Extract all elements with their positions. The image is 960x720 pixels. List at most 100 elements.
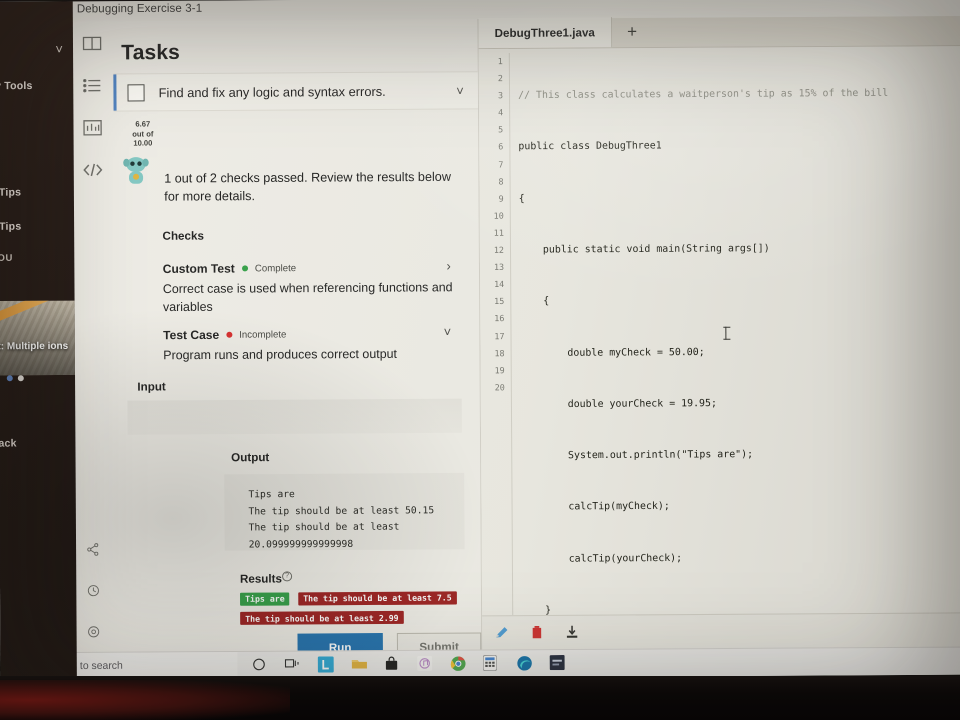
check-description: Correct case is used when referencing fu… [162,280,453,314]
task-label: Find and fix any logic and syntax errors… [158,83,386,100]
output-console: Tips are The tip should be at least 50.1… [224,472,465,551]
check-status: Complete [254,262,297,274]
line-number: 5 [498,124,504,135]
output-heading: Output [231,451,270,465]
line-number-gutter: 1 2 3 4 5 6 7 8 9 10 11 12 13 14 15 16 1… [479,53,505,396]
line-number: 12 [493,244,505,255]
score-value: 6.67 [135,119,151,129]
task-row[interactable]: Find and fix any logic and syntax errors… [113,71,479,112]
trash-icon[interactable] [529,625,544,640]
folder-icon[interactable] [351,656,368,673]
laptop-screen: ˅ Study Tools s ns cess Tips cess Tips O… [0,0,960,681]
check-item-custom-test[interactable]: Custom Test Complete Correct case is use… [162,258,468,316]
code-line: public static void main(String args[]) [518,243,770,256]
code-editor-panel: DebugThree1.java + 1 2 3 4 5 6 7 8 9 10 [478,16,960,650]
task-accent-bar [113,74,117,111]
pencil-icon[interactable] [494,625,509,640]
calculator-icon[interactable] [482,655,500,672]
input-field[interactable] [127,398,462,435]
results-heading: Results [239,572,283,586]
code-line: { [518,193,525,205]
code-line: System.out.println("Tips are"); [520,449,754,462]
line-number: 3 [497,90,504,101]
chevron-down-icon[interactable]: ˅ [444,324,452,339]
sidebar-item-success-tips-2[interactable]: cess Tips [0,220,77,233]
code-lines[interactable]: // This class calculates a waitperson's … [508,50,960,616]
app-icon[interactable] [549,655,567,672]
output-line: The tip should be at least 50.15 [248,504,435,517]
laptop-photo: ˅ Study Tools s ns cess Tips cess Tips O… [0,0,960,720]
question-icon[interactable]: ? [282,571,293,582]
sidebar-promo-title[interactable]: e Test: Multiple ions [0,341,77,354]
score-max: 10.00 [133,138,153,149]
task-panel: Tasks Find and fix any logic and syntax … [72,19,483,676]
task-checkbox[interactable] [127,83,145,101]
check-description: Program runs and produces correct output [163,346,398,363]
line-number: 7 [498,158,504,170]
line-number: 17 [494,330,505,341]
check-name: Custom Test [162,261,235,276]
score-display: 6.67 out of 10.00 [119,119,167,149]
sidebar-item-2[interactable]: s [0,116,77,129]
chrome-icon[interactable] [450,656,467,673]
result-badge-fail: The tip should be at least 2.99 [240,610,404,625]
results-badges: Tips are The tip should be at least 7.5 … [239,587,491,628]
result-badge-pass: Tips are [239,591,290,606]
line-number: 18 [494,347,505,358]
history-icon[interactable] [86,584,100,603]
line-number: 16 [494,313,505,324]
status-dot-fail-icon [226,331,233,338]
tab-debugthree1-java[interactable]: DebugThree1.java [478,17,613,49]
store-icon[interactable] [384,656,401,673]
code-icon[interactable] [83,160,103,180]
sidebar-item-feedback[interactable]: eedback [0,437,77,449]
check-name: Test Case [163,327,220,343]
output-line: The tip should be at least 20.0999999999… [248,521,400,551]
settings-icon[interactable] [87,625,101,644]
editor-toolbar [482,612,960,650]
line-number: 10 [493,210,504,221]
code-line: double yourCheck = 19.95; [519,397,717,411]
code-area[interactable]: 1 2 3 4 5 6 7 8 9 10 11 12 13 14 15 16 1… [478,46,960,616]
plus-icon[interactable]: + [612,17,652,47]
code-line: { [519,295,550,308]
edge-icon[interactable] [516,655,533,672]
laptop-bezel [0,676,960,720]
sidebar-collapse-chevron-icon[interactable]: ˅ [55,42,63,57]
line-number: 4 [498,107,504,118]
line-number: 20 [494,382,505,393]
score-outof-label: out of [132,129,154,139]
sidebar-item-3[interactable]: ns [0,152,77,165]
output-line: Tips are [248,489,295,501]
editor-tab-bar: DebugThree1.java + [478,16,960,50]
share-icon[interactable] [86,542,100,561]
code-line: // This class calculates a waitperson's … [518,87,889,102]
code-line: double myCheck = 50.00; [519,346,705,359]
code-line: public class DebugThree1 [518,140,662,153]
check-item-test-case[interactable]: Test Case Incomplete Program runs and pr… [163,324,467,365]
task-view-icon[interactable] [284,657,302,674]
line-number: 9 [498,193,504,204]
cortana-icon[interactable] [251,657,268,674]
chevron-right-icon[interactable]: › [446,258,450,273]
result-badge-fail: The tip should be at least 7.5 [298,590,457,605]
sidebar-item-study-tools[interactable]: Study Tools [0,80,77,92]
line-number: 2 [497,73,503,84]
line-number: 13 [493,261,505,273]
sidebar-item-success-tips-1[interactable]: cess Tips [0,186,77,198]
line-number: 6 [498,141,504,152]
main-content: Debugging Exercise 3-1 Tasks Find and fi… [0,0,960,681]
music-icon[interactable] [417,655,434,673]
sidebar-carousel-dots[interactable] [6,375,24,382]
l-app-icon[interactable] [317,656,335,673]
taskbar-icons [251,655,566,674]
download-icon[interactable] [564,625,579,640]
line-number: 8 [498,176,504,187]
book-icon[interactable] [82,33,102,53]
sidebar-promo-image [0,300,77,376]
chart-icon[interactable] [82,118,102,138]
list-icon[interactable] [82,76,102,96]
task-chevron-down-icon[interactable]: ˅ [456,83,464,98]
app-left-sidebar[interactable]: ˅ Study Tools s ns cess Tips cess Tips O… [0,1,77,681]
checks-heading: Checks [162,229,204,243]
